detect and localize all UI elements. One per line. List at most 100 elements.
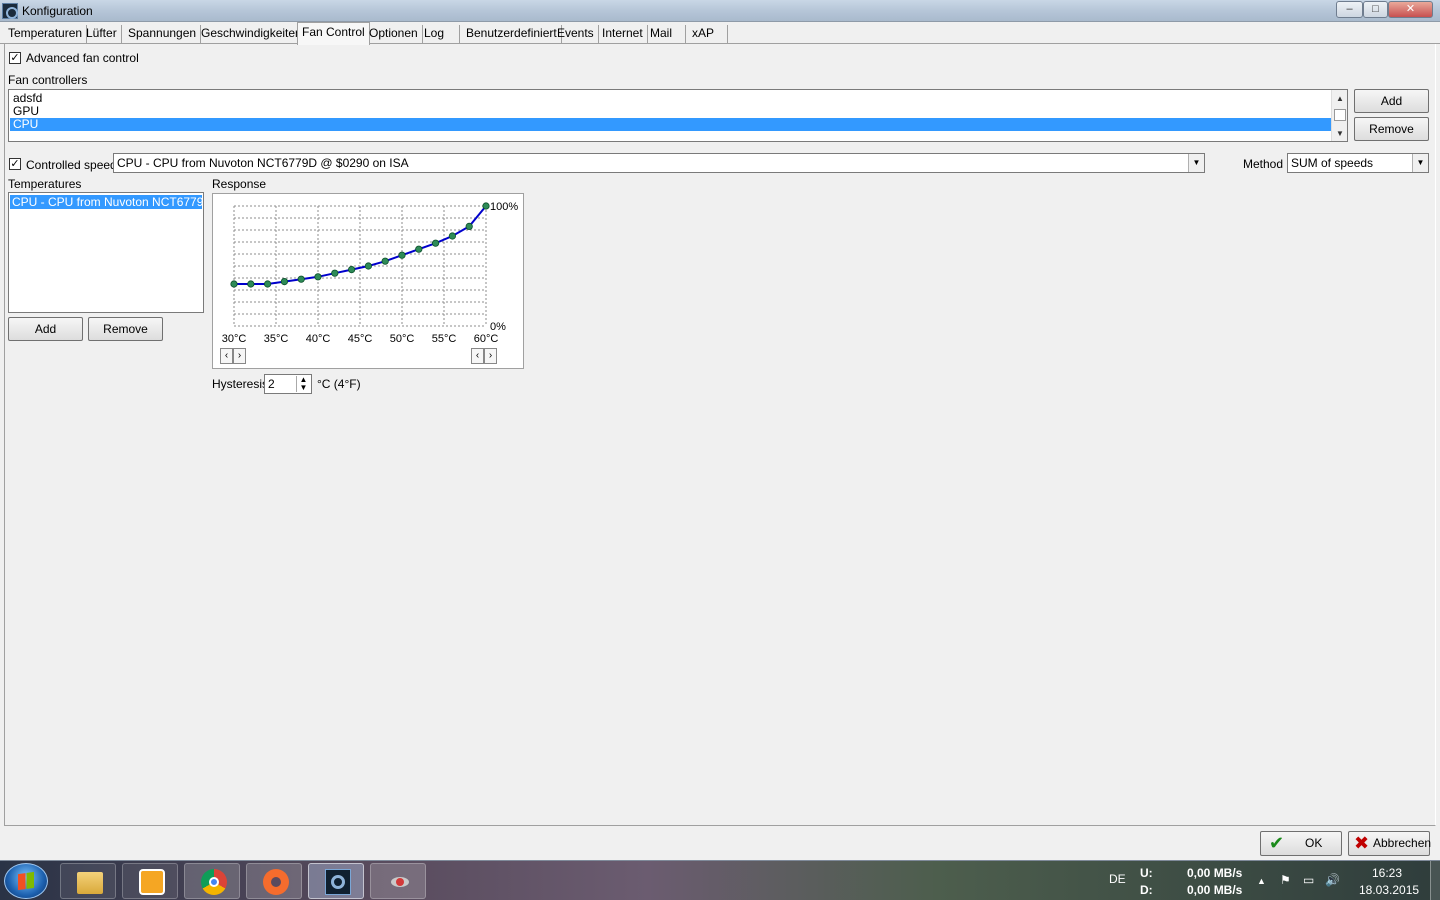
ok-label: OK bbox=[1305, 836, 1323, 850]
taskbar-explorer[interactable] bbox=[60, 863, 116, 899]
x-tick-label: 50°C bbox=[390, 333, 415, 345]
chrome-icon bbox=[201, 869, 227, 895]
advanced-fan-control-checkbox[interactable]: ✓ bbox=[9, 52, 21, 64]
method-label: Method bbox=[1243, 157, 1284, 171]
fan-list-scrollbar[interactable]: ▲ ▼ bbox=[1331, 90, 1347, 141]
controlled-speed-select[interactable]: CPU - CPU from Nuvoton NCT6779D @ $0290 … bbox=[113, 153, 1205, 173]
chevron-down-icon[interactable]: ▼ bbox=[1188, 154, 1204, 172]
start-button[interactable] bbox=[4, 863, 48, 899]
clock-time[interactable]: 16:23 bbox=[1372, 866, 1402, 880]
curve-point[interactable] bbox=[247, 280, 255, 288]
download-speed: 0,00 MB/s bbox=[1187, 883, 1243, 897]
taskbar-hwinfo[interactable] bbox=[308, 863, 364, 899]
fan-controllers-list[interactable]: adsfd GPU CPU ▲ ▼ bbox=[8, 89, 1348, 142]
chart-right-min-button[interactable]: › bbox=[233, 348, 246, 364]
chart-right-max-button[interactable]: › bbox=[484, 348, 497, 364]
tab-mail[interactable]: Mail bbox=[646, 25, 686, 44]
taskbar-media-player[interactable] bbox=[122, 863, 178, 899]
spin-arrows-icon[interactable]: ▲ ▼ bbox=[296, 376, 310, 392]
taskbar-chrome[interactable] bbox=[184, 863, 240, 899]
show-desktop-button[interactable] bbox=[1430, 861, 1440, 900]
method-select[interactable]: SUM of speeds ▼ bbox=[1287, 153, 1429, 173]
curve-point[interactable] bbox=[448, 232, 456, 240]
tab-luefter[interactable]: Lüfter bbox=[82, 25, 122, 44]
curve-point[interactable] bbox=[263, 280, 272, 288]
taskbar: DE U: D: 0,00 MB/s 0,00 MB/s ▲ ⚑ ▭ 🔊 16:… bbox=[0, 860, 1440, 900]
curve-point[interactable] bbox=[465, 222, 473, 231]
ok-button[interactable]: ✔ OK bbox=[1260, 831, 1342, 856]
action-center-flag-icon[interactable]: ⚑ bbox=[1280, 873, 1291, 887]
tab-temperaturen[interactable]: Temperaturen bbox=[4, 25, 88, 44]
hysteresis-stepper[interactable]: 2 ▲ ▼ bbox=[264, 374, 312, 394]
curve-point[interactable] bbox=[364, 262, 372, 270]
curve-point[interactable] bbox=[482, 202, 490, 210]
tab-spannungen[interactable]: Spannungen bbox=[124, 25, 202, 44]
tab-benutzerdefiniert[interactable]: Benutzerdefiniert bbox=[462, 25, 562, 44]
curve-point[interactable] bbox=[331, 269, 339, 277]
y-tick-label: 100% bbox=[490, 201, 518, 213]
method-value: SUM of speeds bbox=[1291, 156, 1374, 170]
taskbar-origin[interactable] bbox=[246, 863, 302, 899]
scroll-thumb[interactable] bbox=[1334, 109, 1346, 121]
tab-log[interactable]: Log bbox=[420, 25, 460, 44]
add-controller-button[interactable]: Add bbox=[1354, 89, 1429, 113]
taskbar-app[interactable] bbox=[370, 863, 426, 899]
curve-point[interactable] bbox=[432, 239, 440, 247]
response-label: Response bbox=[212, 177, 267, 191]
language-indicator[interactable]: DE bbox=[1109, 872, 1126, 886]
title-bar: Konfiguration – □ ✕ bbox=[0, 0, 1440, 22]
curve-point[interactable] bbox=[314, 273, 322, 281]
tray-chevron-icon[interactable]: ▲ bbox=[1257, 876, 1266, 886]
controlled-speed-checkbox[interactable]: ✓ bbox=[9, 158, 21, 170]
tab-internet[interactable]: Internet bbox=[598, 25, 648, 44]
y-tick-label: 0% bbox=[490, 321, 506, 333]
origin-icon bbox=[263, 869, 289, 895]
minimize-button[interactable]: – bbox=[1336, 1, 1363, 18]
curve-point[interactable] bbox=[230, 280, 238, 288]
tab-strip: Temperaturen Lüfter Spannungen Geschwind… bbox=[0, 22, 1440, 45]
curve-point[interactable] bbox=[280, 278, 289, 286]
chart-left-max-button[interactable]: ‹ bbox=[471, 348, 484, 364]
add-temperature-button[interactable]: Add bbox=[8, 317, 83, 341]
curve-point[interactable] bbox=[415, 245, 423, 253]
maximize-button[interactable]: □ bbox=[1363, 1, 1388, 18]
media-player-icon bbox=[139, 869, 165, 895]
hysteresis-value: 2 bbox=[268, 377, 275, 391]
windows-logo-icon bbox=[18, 871, 34, 891]
remove-controller-button[interactable]: Remove bbox=[1354, 117, 1429, 141]
curve-point[interactable] bbox=[297, 275, 305, 283]
list-item-selected[interactable]: CPU bbox=[10, 118, 1332, 131]
tab-fan-control[interactable]: Fan Control bbox=[297, 22, 370, 45]
list-item[interactable]: GPU bbox=[10, 105, 1332, 118]
list-item-selected[interactable]: CPU - CPU from Nuvoton NCT6779D @ bbox=[10, 195, 202, 209]
temperatures-list[interactable]: CPU - CPU from Nuvoton NCT6779D @ bbox=[8, 192, 204, 313]
controlled-speed-label: Controlled speed bbox=[26, 158, 117, 172]
response-chart-svg[interactable]: 30°C 35°C 40°C 45°C 50°C 55°C 60°C0% 100% bbox=[213, 194, 523, 368]
chart-left-min-button[interactable]: ‹ bbox=[220, 348, 233, 364]
tab-geschwindigkeiten[interactable]: Geschwindigkeiten bbox=[197, 25, 307, 44]
list-item[interactable]: adsfd bbox=[10, 92, 1332, 105]
clock-date[interactable]: 18.03.2015 bbox=[1359, 883, 1419, 897]
tab-xap[interactable]: xAP bbox=[688, 25, 728, 44]
curve-point[interactable] bbox=[398, 251, 406, 259]
x-tick-label: 55°C bbox=[432, 333, 457, 345]
advanced-fan-control-label: Advanced fan control bbox=[26, 51, 139, 65]
x-tick-label: 45°C bbox=[348, 333, 373, 345]
temperatures-label: Temperatures bbox=[8, 177, 82, 191]
tab-optionen[interactable]: Optionen bbox=[365, 25, 423, 44]
upload-speed: 0,00 MB/s bbox=[1187, 866, 1243, 880]
close-button[interactable]: ✕ bbox=[1388, 1, 1433, 18]
response-chart[interactable]: 30°C 35°C 40°C 45°C 50°C 55°C 60°C 0% 100% ‹ › ‹… bbox=[212, 193, 524, 369]
tab-events[interactable]: Events bbox=[553, 25, 599, 44]
network-icon[interactable]: ▭ bbox=[1303, 873, 1314, 887]
curve-point[interactable] bbox=[381, 257, 389, 265]
cancel-x-icon: ✖ bbox=[1354, 833, 1370, 853]
scroll-up-arrow-icon[interactable]: ▲ bbox=[1332, 94, 1348, 104]
remove-temperature-button[interactable]: Remove bbox=[88, 317, 163, 341]
app-icon bbox=[387, 869, 413, 895]
scroll-down-arrow-icon[interactable]: ▼ bbox=[1332, 129, 1348, 139]
cancel-button[interactable]: ✖ Abbrechen bbox=[1348, 831, 1431, 856]
chevron-down-icon[interactable]: ▼ bbox=[1412, 154, 1428, 172]
volume-icon[interactable]: 🔊 bbox=[1325, 873, 1340, 887]
curve-point[interactable] bbox=[348, 266, 356, 274]
